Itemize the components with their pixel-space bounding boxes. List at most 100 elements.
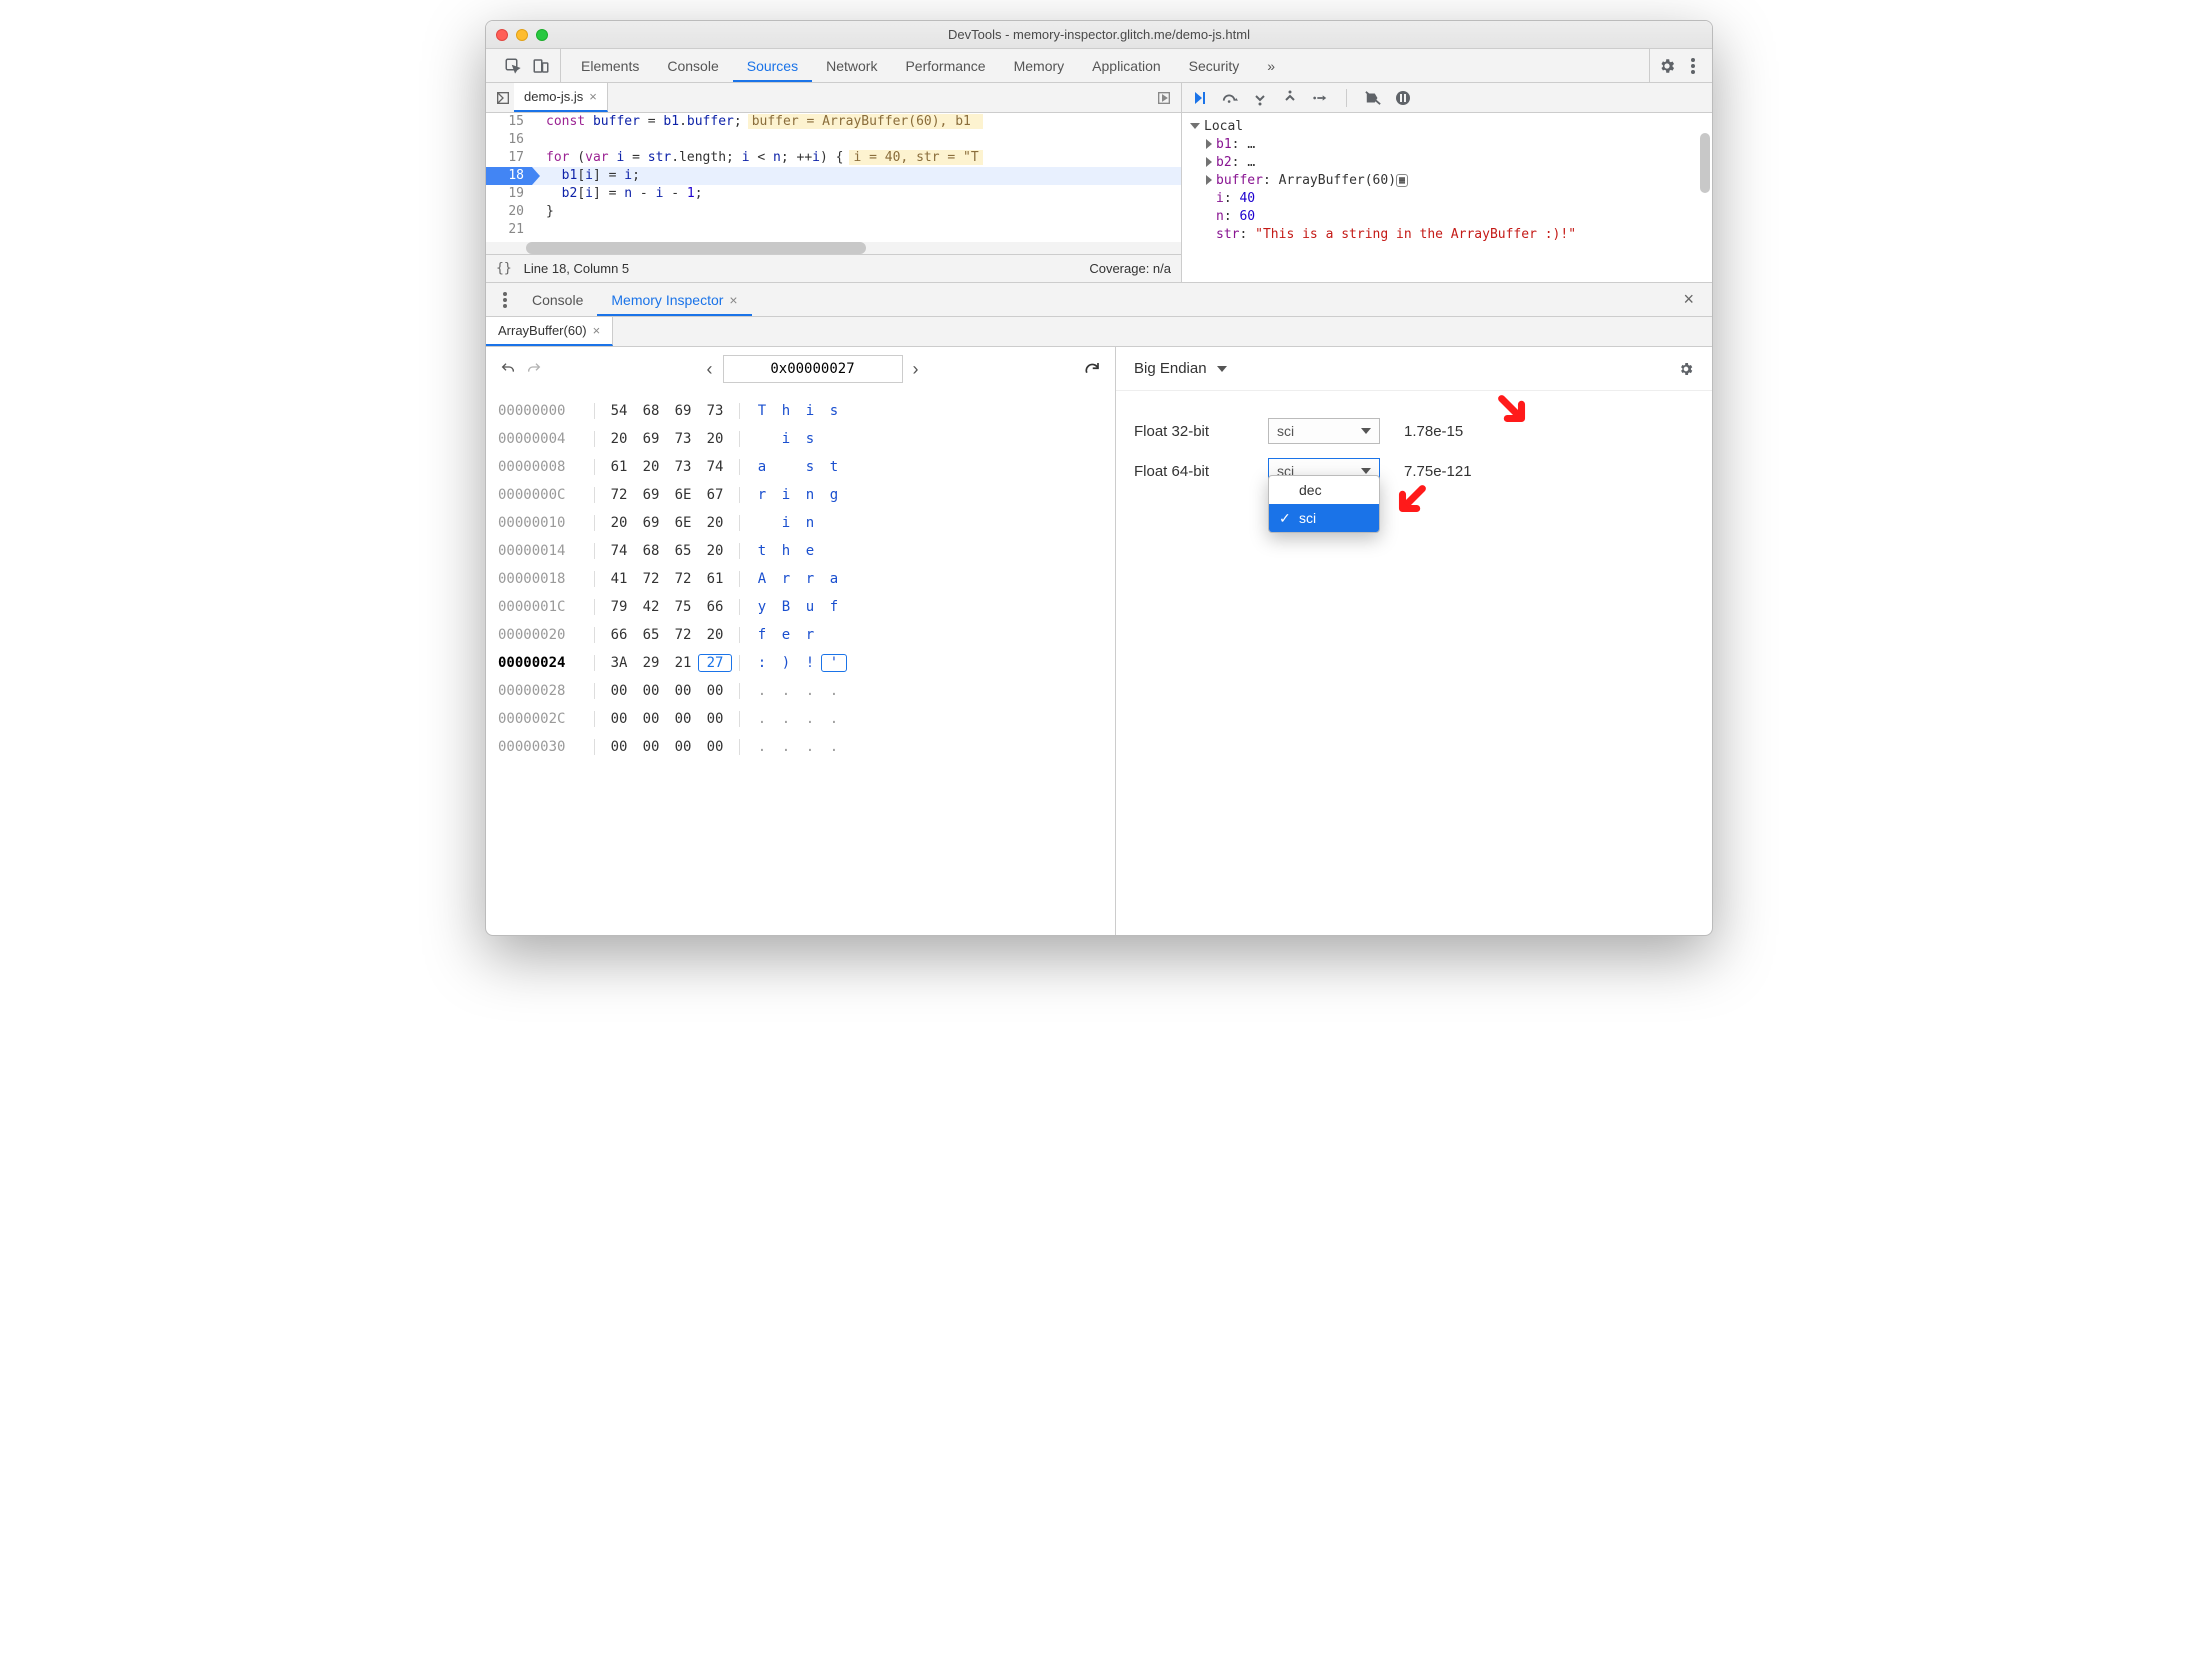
hex-byte[interactable]: 65	[667, 543, 699, 559]
ascii-char[interactable]: .	[750, 711, 774, 727]
ascii-char[interactable]: r	[750, 487, 774, 503]
scope-var[interactable]: str: "This is a string in the ArrayBuffe…	[1190, 225, 1704, 243]
ascii-char[interactable]: e	[798, 543, 822, 559]
ascii-char[interactable]: f	[750, 627, 774, 643]
ascii-char[interactable]: t	[822, 459, 846, 475]
hex-byte[interactable]: 61	[699, 571, 731, 587]
code-line[interactable]: 16	[486, 131, 1181, 149]
ascii-char[interactable]: T	[750, 403, 774, 419]
prev-address-icon[interactable]: ‹	[707, 359, 713, 380]
scope-pane[interactable]: Local b1: …b2: …buffer: ArrayBuffer(60) …	[1182, 113, 1712, 282]
hex-row[interactable]: 0000002066657220fer	[498, 621, 1103, 649]
code-editor[interactable]: 15const buffer = b1.buffer;buffer = Arra…	[486, 113, 1181, 254]
float32-mode-select[interactable]: sci	[1268, 418, 1380, 444]
ascii-char[interactable]: n	[798, 515, 822, 531]
hex-row[interactable]: 0000001841727261Arra	[498, 565, 1103, 593]
drawer-menu-icon[interactable]	[492, 283, 518, 316]
step-over-icon[interactable]	[1222, 90, 1238, 106]
ascii-char[interactable]: s	[798, 459, 822, 475]
ascii-char[interactable]	[774, 459, 798, 475]
hex-byte[interactable]: 20	[699, 627, 731, 643]
scope-section-local[interactable]: Local	[1190, 117, 1704, 135]
hex-byte[interactable]: 20	[699, 431, 731, 447]
run-snippet-icon[interactable]	[1153, 90, 1175, 106]
tab-network[interactable]: Network	[812, 49, 891, 82]
hex-byte[interactable]: 00	[667, 711, 699, 727]
hex-byte[interactable]: 21	[667, 655, 699, 671]
hex-byte[interactable]: 20	[603, 431, 635, 447]
hex-byte[interactable]: 00	[699, 711, 731, 727]
hex-byte[interactable]: 72	[635, 571, 667, 587]
code-line[interactable]: 20}	[486, 203, 1181, 221]
hex-byte[interactable]: 29	[635, 655, 667, 671]
hex-byte[interactable]: 74	[603, 543, 635, 559]
ascii-char[interactable]: .	[798, 711, 822, 727]
ascii-char[interactable]: )	[774, 655, 798, 671]
hex-byte[interactable]: 66	[603, 627, 635, 643]
hex-byte[interactable]: 75	[667, 599, 699, 615]
ascii-char[interactable]: '	[822, 655, 846, 671]
hex-byte[interactable]: 20	[603, 515, 635, 531]
hex-row[interactable]: 000000243A292127:)!'	[498, 649, 1103, 677]
hex-byte[interactable]: 69	[635, 431, 667, 447]
dropdown-option-sci[interactable]: ✓sci	[1269, 504, 1379, 532]
device-icon[interactable]	[532, 57, 550, 75]
interpreter-settings-icon[interactable]	[1678, 361, 1694, 377]
code-line[interactable]: 17for (var i = str.length; i < n; ++i) {…	[486, 149, 1181, 167]
hex-byte[interactable]: 74	[699, 459, 731, 475]
ascii-char[interactable]: e	[774, 627, 798, 643]
scope-var[interactable]: n: 60	[1190, 207, 1704, 225]
hex-view[interactable]: 0000000054686973This0000000420697320is00…	[486, 391, 1115, 935]
hex-row[interactable]: 0000001020696E20in	[498, 509, 1103, 537]
tab-sources[interactable]: Sources	[733, 49, 812, 82]
hex-byte[interactable]: 00	[603, 739, 635, 755]
hex-byte[interactable]: 00	[667, 739, 699, 755]
pause-exceptions-icon[interactable]	[1395, 90, 1411, 106]
hex-byte[interactable]: 27	[699, 655, 731, 671]
ascii-char[interactable]: .	[798, 739, 822, 755]
hex-byte[interactable]: 73	[667, 459, 699, 475]
ascii-char[interactable]	[750, 431, 774, 447]
hex-byte[interactable]: 68	[635, 403, 667, 419]
hex-byte[interactable]: 67	[699, 487, 731, 503]
ascii-char[interactable]: y	[750, 599, 774, 615]
hex-byte[interactable]: 00	[699, 739, 731, 755]
refresh-icon[interactable]	[1083, 360, 1101, 378]
ascii-char[interactable]: r	[774, 571, 798, 587]
ascii-char[interactable]: u	[798, 599, 822, 615]
redo-icon[interactable]	[526, 361, 542, 377]
ascii-char[interactable]	[750, 515, 774, 531]
ascii-char[interactable]: .	[822, 711, 846, 727]
ascii-char[interactable]: :	[750, 655, 774, 671]
deactivate-breakpoints-icon[interactable]	[1365, 90, 1381, 106]
ascii-char[interactable]: a	[822, 571, 846, 587]
hex-byte[interactable]: 6E	[667, 515, 699, 531]
hex-byte[interactable]: 68	[635, 543, 667, 559]
code-line[interactable]: 15const buffer = b1.buffer;buffer = Arra…	[486, 113, 1181, 131]
ascii-char[interactable]: i	[774, 487, 798, 503]
settings-icon[interactable]	[1658, 57, 1676, 75]
hex-byte[interactable]: 20	[635, 459, 667, 475]
drawer-tab-memory-inspector[interactable]: Memory Inspector ×	[597, 283, 751, 316]
hex-byte[interactable]: 79	[603, 599, 635, 615]
ascii-char[interactable]: r	[798, 627, 822, 643]
hex-byte[interactable]: 41	[603, 571, 635, 587]
reveal-in-memory-icon[interactable]: ▦	[1396, 174, 1408, 187]
tabs-overflow[interactable]: »	[1253, 49, 1289, 82]
ascii-char[interactable]: !	[798, 655, 822, 671]
ascii-char[interactable]: t	[750, 543, 774, 559]
mode-dropdown[interactable]: dec✓sci	[1268, 475, 1380, 533]
ascii-char[interactable]: i	[774, 515, 798, 531]
hex-byte[interactable]: 20	[699, 515, 731, 531]
hex-byte[interactable]: 00	[603, 683, 635, 699]
tab-application[interactable]: Application	[1078, 49, 1175, 82]
ascii-char[interactable]: a	[750, 459, 774, 475]
scope-var[interactable]: b2: …	[1190, 153, 1704, 171]
close-buffer-tab-icon[interactable]: ×	[593, 323, 601, 338]
tab-security[interactable]: Security	[1175, 49, 1254, 82]
ascii-char[interactable]: n	[798, 487, 822, 503]
hex-byte[interactable]: 73	[699, 403, 731, 419]
hex-byte[interactable]: 72	[603, 487, 635, 503]
scope-var[interactable]: buffer: ArrayBuffer(60) ▦	[1190, 171, 1704, 189]
hex-byte[interactable]: 00	[699, 683, 731, 699]
